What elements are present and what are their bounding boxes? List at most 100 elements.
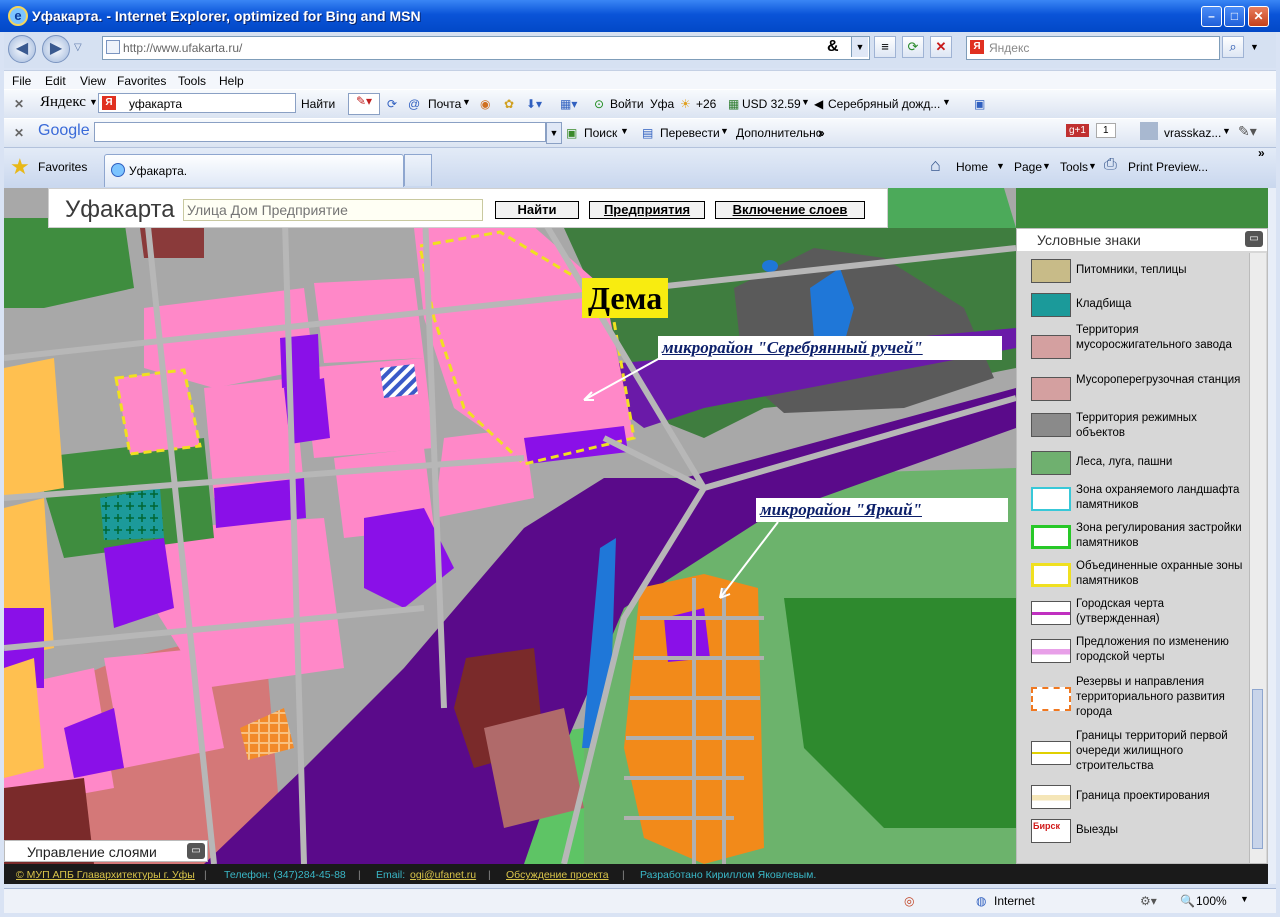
google-search-input[interactable] <box>94 122 546 142</box>
translate-button[interactable]: Перевести <box>660 126 720 140</box>
home-dropdown-icon[interactable]: ▼ <box>996 161 1005 171</box>
site-find-button[interactable]: Найти <box>495 201 579 219</box>
yandex-search-input[interactable]: Я уфакарта <box>98 93 296 113</box>
google-user[interactable]: vrasskaz... <box>1164 126 1221 140</box>
menu-file[interactable]: File <box>12 74 31 88</box>
tools-menu-button[interactable]: Tools <box>1060 160 1088 174</box>
more-chevron-icon[interactable]: » <box>818 126 825 140</box>
google-search-button[interactable]: Поиск <box>584 126 617 140</box>
login-button[interactable]: Войти <box>610 97 644 111</box>
google-close-icon[interactable]: ✕ <box>14 126 24 140</box>
page-menu-button[interactable]: Page <box>1014 160 1042 174</box>
favbar-chevron-icon[interactable]: » <box>1258 146 1265 160</box>
download-icon[interactable]: ⬇▾ <box>526 97 542 111</box>
star-icon[interactable]: ✿ <box>504 97 514 111</box>
compat-icon[interactable]: & <box>827 38 839 56</box>
layers-control[interactable]: Управление слоями ▭ <box>4 840 208 862</box>
home-button[interactable]: Home <box>956 160 988 174</box>
page-scrollbar[interactable] <box>1268 188 1276 884</box>
menu-tools[interactable]: Tools <box>178 74 206 88</box>
yandex-find-button[interactable]: Найти <box>301 97 335 111</box>
toolbar-close-icon[interactable]: ✕ <box>14 97 24 111</box>
yandex-menu-icon[interactable]: ▼ <box>89 97 98 107</box>
plus-one-icon[interactable]: g+1 <box>1066 124 1089 137</box>
refresh-icon[interactable]: ⟳ <box>387 97 397 111</box>
avatar[interactable] <box>1140 122 1158 140</box>
legend-collapse-icon[interactable]: ▭ <box>1245 231 1263 247</box>
mail-button[interactable]: Почта <box>428 97 461 111</box>
footer-discussion-link[interactable]: Обсуждение проекта <box>506 869 609 881</box>
mail-icon: @ <box>408 97 421 111</box>
nav-dropdown-icon[interactable]: ▽ <box>74 42 82 53</box>
menu-view[interactable]: View <box>80 74 106 88</box>
site-search-input[interactable] <box>183 199 483 221</box>
window-title: Уфакарта. - Internet Explorer, optimized… <box>32 8 421 24</box>
new-tab-button[interactable] <box>404 154 432 186</box>
minimize-button[interactable]: – <box>1201 6 1222 27</box>
refresh-button[interactable]: ⟳ <box>902 36 924 58</box>
tab-ufakarta[interactable]: Уфакарта. <box>104 154 404 187</box>
zoom-dropdown-icon[interactable]: ▼ <box>1240 894 1249 904</box>
zoom-level[interactable]: 100% <box>1196 894 1227 908</box>
rss-icon[interactable]: ≡ <box>874 36 896 58</box>
privacy-icon[interactable]: ◎ <box>904 894 914 908</box>
translate-dropdown-icon[interactable]: ▼ <box>720 126 729 136</box>
home-icon[interactable]: ⌂ <box>930 155 941 176</box>
maximize-button[interactable]: □ <box>1224 6 1245 27</box>
yandex-toolbar: ✕ Яндекс ▼ Я уфакарта Найти ✎▾ ⟳ @ Почта… <box>4 89 1276 119</box>
stop-button[interactable]: ✕ <box>930 36 952 58</box>
music-dropdown-icon[interactable]: ▼ <box>942 97 951 107</box>
city-label[interactable]: Уфа <box>650 97 674 111</box>
print-preview-button[interactable]: Print Preview... <box>1128 160 1208 174</box>
page-dropdown-icon[interactable]: ▼ <box>1042 161 1051 171</box>
legend-scrollbar[interactable] <box>1249 253 1266 863</box>
footer-phone: Телефон: (347)284-45-88 <box>224 869 346 881</box>
legend-swatch <box>1031 687 1071 711</box>
site-footer: © МУП АПБ Главархитектуры г. Уфы | Телеф… <box>4 864 1268 884</box>
grid-icon[interactable]: ▦▾ <box>560 97 577 111</box>
menu-favorites[interactable]: Favorites <box>117 74 166 88</box>
currency-dropdown-icon[interactable]: ▼ <box>801 97 810 107</box>
highlight-icon[interactable]: ✎▾ <box>348 93 380 115</box>
legend-label: Мусороперегрузочная станция <box>1076 374 1241 386</box>
search-placeholder: Яндекс <box>989 41 1030 55</box>
favorites-star-icon[interactable]: ★ <box>10 154 30 180</box>
currency-value[interactable]: USD 32.59 <box>742 97 801 111</box>
browser-search-field[interactable]: Я Яндекс <box>966 36 1220 60</box>
layers-toggle-button[interactable]: Включение слоев <box>715 201 865 219</box>
layers-expand-icon[interactable]: ▭ <box>187 843 205 859</box>
music-track[interactable]: Серебряный дожд... <box>828 97 940 111</box>
forward-button[interactable]: ▶ <box>42 35 70 63</box>
enterprises-button[interactable]: Предприятия <box>589 201 705 219</box>
footer-sep: | <box>488 869 491 881</box>
back-button[interactable]: ◀ <box>8 35 36 63</box>
legend-scroll-thumb[interactable] <box>1252 689 1263 849</box>
menu-help[interactable]: Help <box>219 74 244 88</box>
yandex-icon: Я <box>102 96 116 110</box>
menu-edit[interactable]: Edit <box>45 74 66 88</box>
favorites-button[interactable]: Favorites <box>38 160 87 174</box>
tools-dropdown-icon[interactable]: ▼ <box>1088 161 1097 171</box>
search-options-icon[interactable]: ▼ <box>1250 42 1259 52</box>
footer-sep: | <box>622 869 625 881</box>
more-button[interactable]: Дополнительно <box>736 126 822 140</box>
google-search-dropdown-icon[interactable]: ▼ <box>620 126 629 136</box>
close-button[interactable]: ✕ <box>1248 6 1269 27</box>
map-viewport[interactable]: Дема микрорайон "Серебрянный ручей" микр… <box>4 188 1268 864</box>
wrench-icon[interactable]: ✎▾ <box>1238 123 1257 140</box>
footer-copyright[interactable]: © МУП АПБ Главархитектуры г. Уфы <box>16 869 195 881</box>
bookmark-icon[interactable]: ◉ <box>480 97 490 111</box>
yandex-logo: Яндекс <box>40 94 86 110</box>
search-go-icon[interactable]: ⌕ <box>1222 36 1244 58</box>
address-dropdown-icon[interactable]: ▼ <box>851 37 868 57</box>
google-dropdown-icon[interactable]: ▼ <box>546 122 562 144</box>
weather-value[interactable]: +26 <box>696 97 716 111</box>
toolbar-settings-icon[interactable]: ▣ <box>974 97 985 111</box>
protected-mode-icon[interactable]: ⚙▾ <box>1140 894 1157 908</box>
user-dropdown-icon[interactable]: ▼ <box>1222 126 1231 136</box>
address-field[interactable]: http://www.ufakarta.ru/ & ▼ <box>102 36 870 60</box>
footer-author: Разработано Кириллом Яковлевым. <box>640 869 817 881</box>
footer-email-link[interactable]: ogi@ufanet.ru <box>410 869 476 881</box>
mail-dropdown-icon[interactable]: ▼ <box>462 97 471 107</box>
translate-icon: ▤ <box>642 126 654 140</box>
